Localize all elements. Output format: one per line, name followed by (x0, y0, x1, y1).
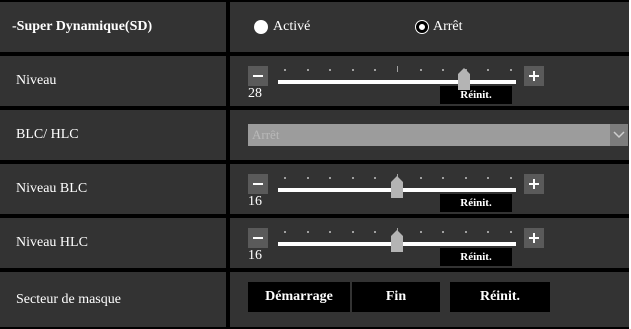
slider-tick (487, 177, 490, 179)
niveau-thumb[interactable] (457, 68, 470, 90)
chevron-down-icon[interactable] (610, 124, 628, 146)
blc-hlc-selected: Arrêt (252, 127, 280, 142)
secteur-masque-control: Démarrage Fin Réinit. (230, 272, 629, 327)
slider-tick (464, 177, 467, 179)
super-dynamique-label: -Super Dynamique(SD) (0, 2, 226, 52)
super-dynamique-control: Activé Arrêt (230, 2, 629, 52)
radio-active-indicator[interactable] (254, 20, 268, 34)
niveau-decrease-button[interactable] (248, 66, 268, 86)
row-blc-hlc: BLC/ HLC Arrêt (0, 110, 629, 160)
fin-button[interactable]: Fin (352, 282, 440, 312)
slider-tick (374, 177, 377, 179)
slider-tick (487, 69, 490, 71)
slider-tick (442, 69, 445, 71)
minus-icon (253, 75, 263, 77)
row-niveau: Niveau 28 Réinit. (0, 56, 629, 106)
row-secteur-masque: Secteur de masque Démarrage Fin Réinit. (0, 272, 629, 327)
slider-tick (329, 177, 332, 179)
slider-tick (419, 69, 422, 71)
niveau-track[interactable] (278, 80, 516, 84)
radio-active[interactable]: Activé (254, 2, 310, 52)
slider-tick (510, 177, 512, 179)
niveau-blc-slider: 16 Réinit. (230, 164, 629, 214)
slider-tick (487, 231, 490, 233)
slider-tick (374, 231, 377, 233)
niveau-blc-value: 16 (248, 194, 262, 209)
slider-tick (510, 231, 512, 233)
niveau-hlc-decrease-button[interactable] (248, 228, 268, 248)
radio-arret-label: Arrêt (433, 19, 463, 34)
slider-tick (374, 69, 377, 71)
niveau-value: 28 (248, 86, 262, 101)
secteur-masque-label: Secteur de masque (0, 272, 226, 327)
niveau-blc-thumb[interactable] (391, 176, 403, 198)
radio-arret[interactable]: Arrêt (416, 2, 463, 52)
slider-tick (284, 69, 286, 71)
slider-tick (351, 231, 354, 233)
row-niveau-hlc: Niveau HLC 16 Réinit. (0, 218, 629, 268)
niveau-hlc-value: 16 (248, 248, 262, 263)
niveau-hlc-slider: 16 Réinit. (230, 218, 629, 268)
niveau-blc-increase-button[interactable] (524, 174, 544, 194)
slider-tick (419, 177, 422, 179)
reinit-button[interactable]: Réinit. (450, 282, 550, 312)
demarrage-button[interactable]: Démarrage (248, 282, 350, 312)
niveau-reset-button[interactable]: Réinit. (440, 86, 512, 104)
settings-panel: -Super Dynamique(SD) Activé Arrêt Niveau… (0, 0, 629, 329)
slider-tick (442, 231, 445, 233)
niveau-slider: 28 Réinit. (230, 56, 629, 106)
slider-tick (329, 69, 332, 71)
slider-tick (351, 177, 354, 179)
blc-hlc-select[interactable]: Arrêt (248, 124, 628, 146)
slider-tick (284, 177, 286, 179)
slider-tick (397, 66, 398, 72)
row-super-dynamique: -Super Dynamique(SD) Activé Arrêt (0, 2, 629, 52)
niveau-hlc-reset-button[interactable]: Réinit. (440, 248, 512, 266)
minus-icon (253, 237, 263, 239)
niveau-increase-button[interactable] (524, 66, 544, 86)
slider-tick (510, 69, 512, 71)
niveau-blc-reset-button[interactable]: Réinit. (440, 194, 512, 212)
niveau-hlc-label: Niveau HLC (0, 218, 226, 268)
radio-arret-indicator[interactable] (416, 21, 428, 33)
slider-tick (284, 231, 286, 233)
slider-tick (351, 69, 354, 71)
niveau-label: Niveau (0, 56, 226, 106)
minus-icon (253, 183, 263, 185)
slider-tick (306, 69, 309, 71)
niveau-hlc-thumb[interactable] (391, 230, 403, 252)
row-niveau-blc: Niveau BLC 16 Réinit. (0, 164, 629, 214)
niveau-blc-decrease-button[interactable] (248, 174, 268, 194)
blc-hlc-label: BLC/ HLC (0, 110, 226, 160)
slider-tick (464, 231, 467, 233)
niveau-hlc-increase-button[interactable] (524, 228, 544, 248)
slider-tick (306, 231, 309, 233)
slider-tick (419, 231, 422, 233)
slider-tick (442, 177, 445, 179)
niveau-blc-label: Niveau BLC (0, 164, 226, 214)
slider-tick (329, 231, 332, 233)
radio-active-label: Activé (273, 19, 311, 34)
blc-hlc-control: Arrêt (230, 110, 629, 160)
slider-tick (306, 177, 309, 179)
